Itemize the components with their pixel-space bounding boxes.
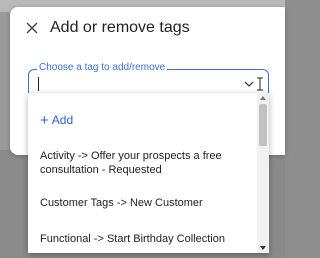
close-icon[interactable]	[24, 20, 40, 36]
tag-option[interactable]: Functional -> Start Birthday Collection	[40, 232, 255, 246]
text-caret	[38, 77, 39, 91]
tag-option[interactable]: Activity -> Offer your prospects a free …	[40, 149, 255, 177]
scrollbar[interactable]	[257, 93, 269, 253]
scroll-down-arrow-icon[interactable]	[260, 245, 266, 251]
scroll-up-arrow-icon[interactable]	[260, 95, 266, 101]
plus-icon: +	[40, 112, 49, 129]
add-tag-label: Add	[51, 113, 74, 127]
dialog-title: Add or remove tags	[50, 19, 190, 36]
add-tag-option[interactable]: + Add	[40, 112, 73, 129]
tag-option[interactable]: Customer Tags -> New Customer	[40, 196, 255, 210]
chevron-down-icon[interactable]	[243, 78, 255, 90]
scrollbar-thumb[interactable]	[259, 104, 267, 146]
tag-dropdown-list[interactable]: + Add Activity -> Offer your prospects a …	[28, 93, 269, 253]
text-cursor-icon	[257, 77, 263, 91]
tag-select-label: Choose a tag to add/remove	[37, 62, 168, 73]
